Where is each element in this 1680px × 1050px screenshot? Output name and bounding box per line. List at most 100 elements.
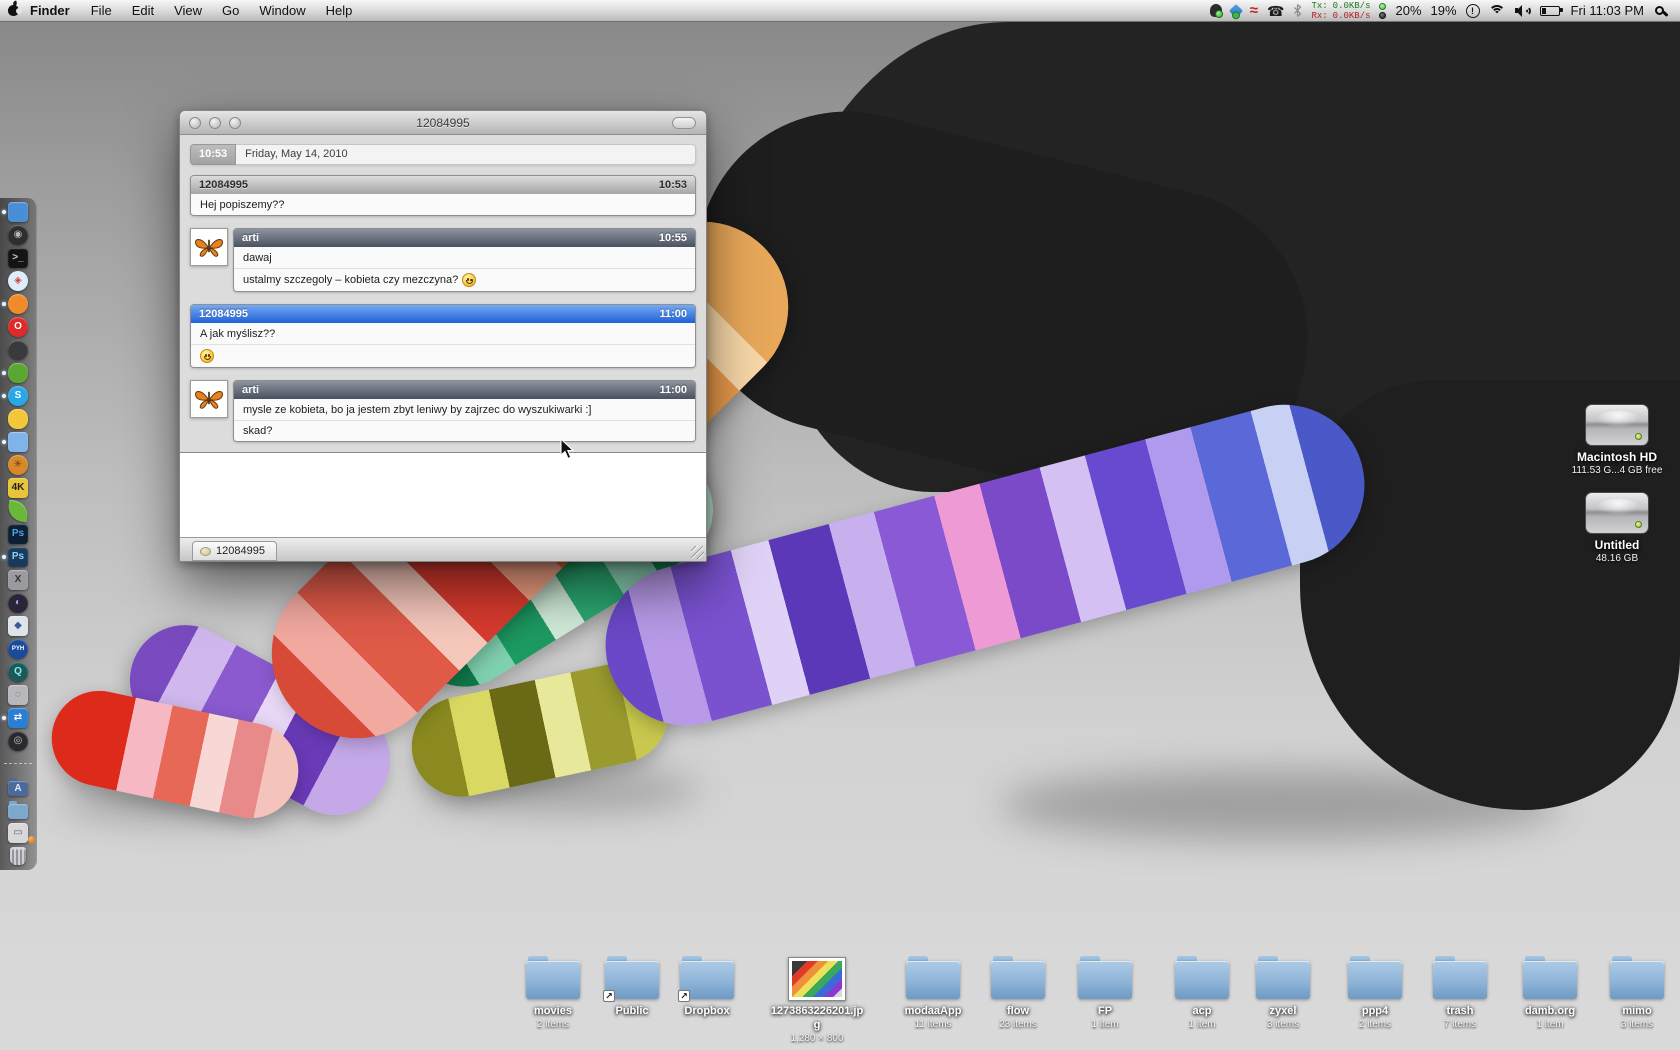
- avatar[interactable]: [190, 228, 228, 266]
- battery-percent-keyboard[interactable]: 20%: [1395, 3, 1421, 18]
- message-group-12084995: 1208499511:00A jak myślisz??: [190, 304, 696, 368]
- trash-icon: [10, 847, 26, 865]
- wifi-icon[interactable]: [1489, 5, 1506, 17]
- apple-menu[interactable]: [0, 0, 26, 21]
- sync-alert-icon[interactable]: !: [1466, 4, 1480, 18]
- dock-item-gray-box-app[interactable]: ◌: [0, 683, 36, 706]
- desktop-drive-untitled[interactable]: Untitled48.16 GB: [1529, 492, 1680, 565]
- phone-icon[interactable]: ☎: [1267, 4, 1284, 18]
- message-group-arti: arti11:00mysle ze kobieta, bo ja jestem …: [190, 380, 696, 442]
- opera-icon: O: [8, 317, 28, 337]
- status-dots[interactable]: [1379, 3, 1386, 19]
- battery-icon[interactable]: [1540, 6, 1560, 16]
- menu-go[interactable]: Go: [212, 0, 249, 21]
- dock-item-finder[interactable]: [0, 200, 36, 223]
- menu-view[interactable]: View: [164, 0, 212, 21]
- dock-item-unknown-dark-app[interactable]: [0, 338, 36, 361]
- dock-item-steam[interactable]: ◎: [0, 729, 36, 752]
- zoom-button[interactable]: [229, 117, 241, 129]
- dock-item-photoshop-2[interactable]: Ps: [0, 545, 36, 568]
- date-time-badge: 10:53: [190, 144, 236, 165]
- running-indicator: [2, 394, 6, 398]
- battery-percent-mouse[interactable]: 19%: [1431, 3, 1457, 18]
- desktop-item-1273863226201-jpg[interactable]: 1273863226201.jpg1,280 × 800: [762, 955, 872, 1045]
- dock-item-gray-tool-app[interactable]: X: [0, 568, 36, 591]
- gadu-gadu-icon: [8, 363, 28, 383]
- folder-icon: [1078, 961, 1132, 999]
- folder-icon: [906, 961, 960, 999]
- dropbox-icon[interactable]: [1231, 6, 1241, 16]
- menu-clock[interactable]: Fri 11:03 PM: [1569, 3, 1646, 18]
- firefox-icon: [8, 294, 28, 314]
- dock-item-safari[interactable]: ◈: [0, 269, 36, 292]
- quicktime-app-icon: Q: [8, 662, 28, 682]
- photoshop-icon: Ps: [8, 524, 28, 544]
- dock-item-quicktime-app[interactable]: Q: [0, 660, 36, 683]
- desktop-item-dropbox[interactable]: ↗Dropbox: [652, 955, 762, 1018]
- resize-grip[interactable]: [691, 546, 704, 559]
- chat-window-titlebar[interactable]: 12084995: [180, 111, 706, 135]
- virtualbox-icon: ◆: [8, 616, 28, 636]
- message-input[interactable]: [180, 452, 706, 537]
- message-group-header[interactable]: arti10:55: [234, 229, 695, 247]
- message-time: 11:00: [659, 384, 687, 396]
- chat-tab[interactable]: 12084995: [192, 541, 277, 561]
- desktop-drive-macintosh-hd[interactable]: Macintosh HD111.53 G...4 GB free: [1529, 404, 1680, 477]
- dock-item-pixelmator[interactable]: ◐: [0, 591, 36, 614]
- avatar[interactable]: [190, 380, 228, 418]
- dock-item-dashboard[interactable]: ◉: [0, 223, 36, 246]
- desktop-item-mimo[interactable]: mimo3 items: [1582, 955, 1680, 1031]
- dock-item-trash[interactable]: [0, 844, 36, 867]
- dock-item-blue-sync-app[interactable]: ⇄: [0, 706, 36, 729]
- menu-file[interactable]: File: [81, 0, 122, 21]
- wink-emoticon: [462, 273, 476, 287]
- dock-item-ship-wheel-app[interactable]: ✳: [0, 453, 36, 476]
- net-speed-meter[interactable]: Tx:0.0KB/s Rx:0.0KB/s: [1311, 1, 1370, 21]
- folder-icon: [1256, 961, 1310, 999]
- spotlight-icon[interactable]: [1655, 6, 1664, 15]
- bluetooth-icon[interactable]: [1293, 4, 1302, 17]
- message-row: A jak myślisz??: [191, 323, 695, 344]
- dock-item-leaf-app[interactable]: [0, 499, 36, 522]
- dock-item-app-blue-white[interactable]: [0, 430, 36, 453]
- menu-help[interactable]: Help: [316, 0, 363, 21]
- message-row: dawaj: [234, 247, 695, 268]
- dock-item-pyh-app[interactable]: PYH: [0, 637, 36, 660]
- dock-item-terminal[interactable]: >_: [0, 246, 36, 269]
- dock-item-firefox[interactable]: [0, 292, 36, 315]
- gray-box-app-icon: ◌: [8, 685, 28, 705]
- minimize-button[interactable]: [209, 117, 221, 129]
- dock-item-virtualbox[interactable]: ◆: [0, 614, 36, 637]
- volume-icon[interactable]: [1515, 5, 1531, 17]
- dock-item-documents-folder[interactable]: [0, 798, 36, 821]
- dock-item-gadu-gadu[interactable]: [0, 361, 36, 384]
- drive-name: Untitled: [1529, 538, 1680, 552]
- menu-edit[interactable]: Edit: [122, 0, 164, 21]
- menu-bar: Finder FileEditViewGoWindowHelp ≈ ☎ Tx:0…: [0, 0, 1680, 22]
- menu-app-name[interactable]: Finder: [26, 0, 81, 21]
- dock-item-opera[interactable]: O: [0, 315, 36, 338]
- message-group-header[interactable]: 1208499511:00: [191, 305, 695, 323]
- message-group-header[interactable]: arti11:00: [234, 381, 695, 399]
- dock-item-photoshop[interactable]: Ps: [0, 522, 36, 545]
- window-title: 12084995: [416, 116, 469, 130]
- folder-icon: [1433, 961, 1487, 999]
- dock-item-applications-folder[interactable]: A: [0, 775, 36, 798]
- close-button[interactable]: [189, 117, 201, 129]
- red-coil-icon[interactable]: ≈: [1250, 5, 1258, 17]
- dock-item-helmet-app[interactable]: 4K: [0, 476, 36, 499]
- dock-separator: [4, 763, 32, 764]
- dock-item-skype[interactable]: S: [0, 384, 36, 407]
- menu-window[interactable]: Window: [249, 0, 315, 21]
- desktop-item-fp[interactable]: FP1 item: [1050, 955, 1160, 1031]
- message-text: Hej popiszemy??: [200, 199, 284, 211]
- apple-icon: [8, 5, 19, 16]
- sender-name: 12084995: [199, 308, 248, 320]
- message-group-header[interactable]: 1208499510:53: [191, 176, 695, 194]
- dock-item-minimized-window[interactable]: ▭: [0, 821, 36, 844]
- message-history[interactable]: 10:53 Friday, May 14, 2010 1208499510:53…: [180, 135, 706, 452]
- dock-item-cyberduck[interactable]: [0, 407, 36, 430]
- adium-status-icon[interactable]: [1210, 4, 1222, 17]
- toolbar-pill-button[interactable]: [672, 117, 696, 129]
- message-row: ustalmy szczegoly – kobieta czy mezczyna…: [234, 268, 695, 291]
